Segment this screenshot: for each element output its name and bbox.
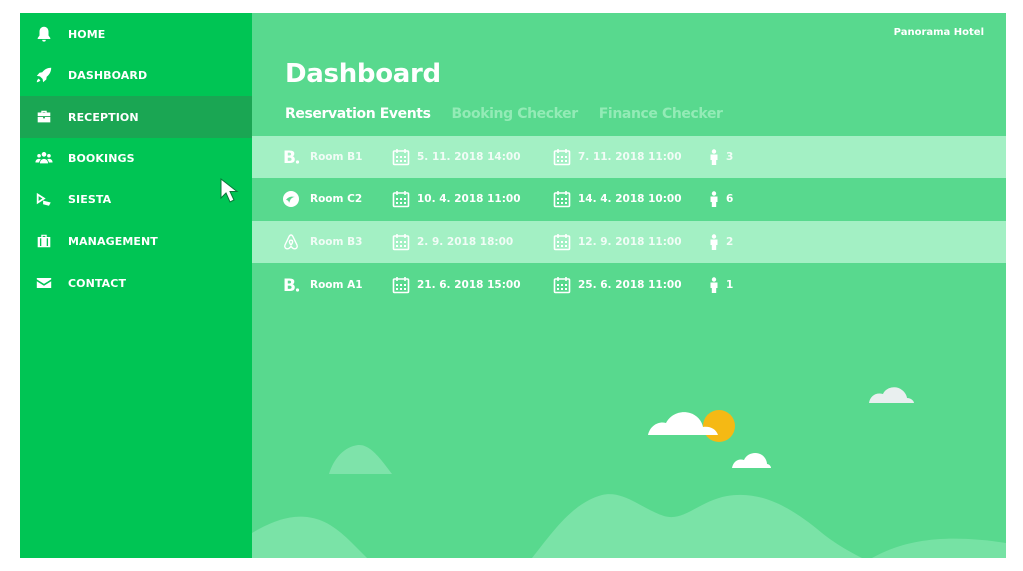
checkin-datetime: 5. 11. 2018 14:00 <box>417 151 521 163</box>
room-name: Room B1 <box>310 151 363 163</box>
sidebar-item-contact[interactable]: CONTACT <box>20 262 252 304</box>
tab-booking-checker[interactable]: Booking Checker <box>452 106 579 122</box>
sidebar: HOME DASHBOARD RECEPTION BOOKINGS SIESTA <box>20 13 252 558</box>
checkin-datetime: 10. 4. 2018 11:00 <box>417 193 521 205</box>
calendar-icon <box>392 276 410 294</box>
checkout-datetime: 14. 4. 2018 10:00 <box>578 193 682 205</box>
calendar-icon <box>553 190 571 208</box>
calendar-icon <box>392 148 410 166</box>
calendar-icon <box>553 233 571 251</box>
svg-text:B: B <box>283 276 296 294</box>
sidebar-item-label: HOME <box>68 27 106 41</box>
person-icon <box>709 277 719 293</box>
sidebar-item-reception[interactable]: RECEPTION <box>20 96 252 138</box>
page-title: Dashboard <box>285 59 441 89</box>
room-name: Room B3 <box>310 236 363 248</box>
person-icon <box>709 149 719 165</box>
app-window: HOME DASHBOARD RECEPTION BOOKINGS SIESTA <box>20 13 1006 558</box>
main-content: Panorama Hotel Dashboard Reservation Eve… <box>252 13 1006 558</box>
sidebar-item-dashboard[interactable]: DASHBOARD <box>20 54 252 96</box>
checkout-datetime: 7. 11. 2018 11:00 <box>578 151 682 163</box>
sidebar-item-label: CONTACT <box>68 276 127 290</box>
mouse-cursor-icon <box>220 178 239 203</box>
tab-bar: Reservation Events Booking Checker Finan… <box>285 106 744 122</box>
checkin-datetime: 21. 6. 2018 15:00 <box>417 279 521 291</box>
person-icon <box>709 191 719 207</box>
svg-text:B: B <box>283 148 296 166</box>
bell-icon <box>34 24 54 44</box>
sidebar-item-label: BOOKINGS <box>68 151 135 165</box>
sidebar-item-home[interactable]: HOME <box>20 13 252 55</box>
tab-finance-checker[interactable]: Finance Checker <box>599 106 723 122</box>
reservation-row[interactable]: Room C2 10. 4. 2018 11:00 14. 4. 2018 10… <box>252 178 1006 220</box>
briefcase-icon <box>34 107 54 127</box>
room-name: Room A1 <box>310 279 363 291</box>
sidebar-item-siesta[interactable]: SIESTA <box>20 178 252 220</box>
airbnb-icon <box>282 233 300 251</box>
calendar-icon <box>392 233 410 251</box>
room-name: Room C2 <box>310 193 363 205</box>
calendar-icon <box>553 276 571 294</box>
calendar-icon <box>553 148 571 166</box>
guest-count: 6 <box>726 193 734 205</box>
calendar-icon <box>392 190 410 208</box>
booking-icon: B <box>282 276 300 294</box>
booking-icon: B <box>282 148 300 166</box>
checkout-datetime: 12. 9. 2018 11:00 <box>578 236 682 248</box>
sidebar-item-label: MANAGEMENT <box>68 234 158 248</box>
suitcase-icon <box>34 231 54 251</box>
hotel-name: Panorama Hotel <box>893 27 984 38</box>
sun-icon <box>703 410 735 442</box>
sidebar-item-label: SIESTA <box>68 192 112 206</box>
siesta-icon <box>34 189 54 209</box>
envelope-icon <box>34 273 54 293</box>
sidebar-item-label: DASHBOARD <box>68 68 148 82</box>
guest-count: 3 <box>726 151 734 163</box>
sidebar-item-management[interactable]: MANAGEMENT <box>20 220 252 262</box>
guest-count: 2 <box>726 236 734 248</box>
checkout-datetime: 25. 6. 2018 11:00 <box>578 279 682 291</box>
expedia-icon <box>282 190 300 208</box>
person-icon <box>709 234 719 250</box>
reservation-row[interactable]: Room B3 2. 9. 2018 18:00 12. 9. 2018 11:… <box>252 221 1006 263</box>
sidebar-item-label: RECEPTION <box>68 110 139 124</box>
checkin-datetime: 2. 9. 2018 18:00 <box>417 236 514 248</box>
users-icon <box>34 148 54 168</box>
rocket-icon <box>34 65 54 85</box>
tab-reservation-events[interactable]: Reservation Events <box>285 106 431 122</box>
sidebar-item-bookings[interactable]: BOOKINGS <box>20 137 252 179</box>
guest-count: 1 <box>726 279 734 291</box>
reservation-row[interactable]: B Room A1 21. 6. 2018 15:00 25. 6. 2018 … <box>252 264 1006 306</box>
reservation-row[interactable]: B Room B1 5. 11. 2018 14:00 7. 11. 2018 … <box>252 136 1006 178</box>
